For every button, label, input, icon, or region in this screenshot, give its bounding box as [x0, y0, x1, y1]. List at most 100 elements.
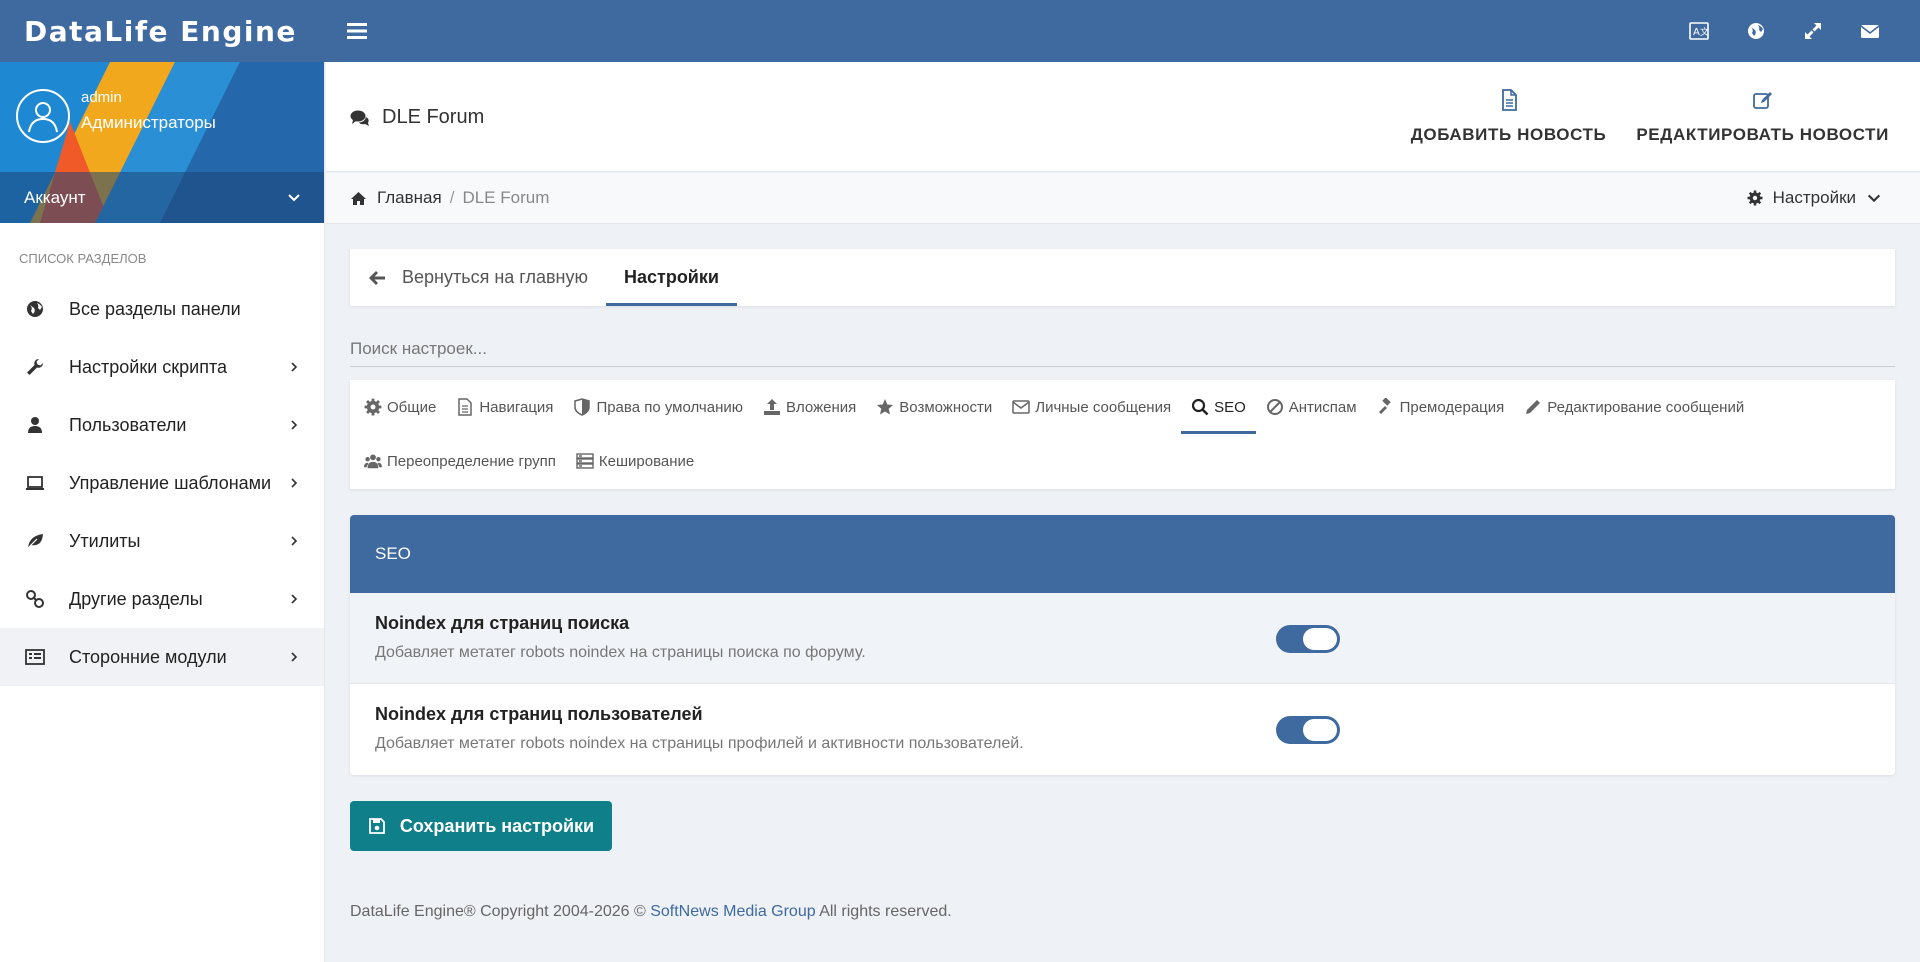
settings-search: [350, 333, 1895, 367]
sidebar-item-third-party-modules[interactable]: Сторонние модули: [0, 628, 324, 686]
category-caching[interactable]: Кеширование: [566, 434, 704, 488]
setting-title: Noindex для страниц поиска: [375, 613, 630, 633]
shield-icon: [574, 398, 591, 416]
language-button[interactable]: A文: [1670, 0, 1727, 62]
noindex-users-toggle[interactable]: [1276, 716, 1340, 744]
category-message-editing[interactable]: Редактирование сообщений: [1514, 380, 1754, 434]
section-title: СПИСОК РАЗДЕЛОВ: [19, 251, 147, 266]
footer-rights: All rights reserved.: [819, 903, 952, 920]
leaf-icon: [24, 530, 46, 552]
footer: DataLife Engine® Copyright 2004-2026 © S…: [350, 903, 952, 921]
category-antispam[interactable]: Антиспам: [1256, 380, 1367, 434]
breadcrumb-home[interactable]: Главная: [350, 188, 442, 208]
gear-icon: [1747, 190, 1763, 206]
chevron-right-icon: [291, 362, 298, 372]
save-settings-button[interactable]: Сохранить настройки: [350, 801, 612, 851]
category-attachments[interactable]: Вложения: [753, 380, 866, 434]
page-title-text: DLE Forum: [382, 106, 485, 128]
sidebar-item-templates[interactable]: Управление шаблонами: [0, 454, 324, 512]
brand-logo[interactable]: DataLife Engine: [0, 15, 325, 48]
document-icon: [458, 398, 473, 416]
edit-news-label: РЕДАКТИРОВАТЬ НОВОСТИ: [1636, 125, 1889, 144]
sidebar-item-users[interactable]: Пользователи: [0, 396, 324, 454]
tab-back-home[interactable]: Вернуться на главную: [350, 249, 606, 306]
edit-news-button[interactable]: РЕДАКТИРОВАТЬ НОВОСТИ: [1621, 62, 1904, 172]
upload-icon: [764, 399, 780, 415]
category-label: Навигация: [479, 398, 554, 416]
top-icons: A文: [1670, 0, 1920, 62]
add-news-button[interactable]: ДОБАВИТЬ НОВОСТЬ: [1396, 62, 1622, 172]
categories-row: Общие Навигация Права по умолчанию Вложе…: [354, 380, 1891, 434]
edit-icon: [1752, 92, 1772, 109]
chevron-down-icon: [288, 193, 300, 201]
fullscreen-button[interactable]: [1784, 0, 1841, 62]
sidebar-item-label: Другие разделы: [69, 588, 203, 609]
users-icon: [364, 454, 382, 469]
sidebar-item-script-settings[interactable]: Настройки скрипта: [0, 338, 324, 396]
envelope-icon: [1012, 400, 1030, 414]
category-label: Премодерация: [1399, 398, 1505, 416]
chevron-right-icon: [291, 652, 298, 662]
seo-panel-title: SEO: [350, 515, 1895, 593]
account-dropdown[interactable]: Аккаунт: [0, 172, 324, 223]
category-features[interactable]: Возможности: [866, 380, 1002, 434]
user-group: Администраторы: [81, 113, 216, 132]
avatar[interactable]: [16, 89, 70, 143]
setting-description: Добавляет метатег robots noindex на стра…: [375, 644, 866, 661]
user-avatar-icon: [28, 102, 58, 133]
sidebar-item-label: Настройки скрипта: [69, 356, 228, 377]
comments-icon: [350, 110, 369, 126]
menu-toggle-button[interactable]: [337, 11, 377, 51]
setting-row: Noindex для страниц пользователей Добавл…: [350, 684, 1895, 775]
sidebar-item-label: Сторонние модули: [69, 646, 227, 667]
settings-dropdown[interactable]: Настройки: [1747, 188, 1882, 208]
noindex-search-toggle[interactable]: [1276, 625, 1340, 653]
settings-categories: Общие Навигация Права по умолчанию Вложе…: [350, 380, 1895, 489]
header-actions: ДОБАВИТЬ НОВОСТЬ РЕДАКТИРОВАТЬ НОВОСТИ: [1396, 62, 1904, 172]
sidebar-item-all-sections[interactable]: Все разделы панели: [0, 280, 324, 338]
category-general[interactable]: Общие: [354, 380, 446, 434]
breadcrumb-home-label: Главная: [377, 188, 442, 207]
chevron-right-icon: [291, 420, 298, 430]
category-label: Кеширование: [598, 452, 695, 470]
setting-title: Noindex для страниц пользователей: [375, 704, 703, 724]
category-label: SEO: [1214, 398, 1246, 416]
arrow-left-icon: [369, 270, 385, 285]
globe-icon: [24, 298, 46, 320]
sidebar-item-utilities[interactable]: Утилиты: [0, 512, 324, 570]
category-label: Права по умолчанию: [596, 398, 743, 416]
category-label: Возможности: [899, 398, 993, 416]
user-panel: admin Администраторы Аккаунт: [0, 62, 324, 223]
footer-company-link[interactable]: SoftNews Media Group: [650, 903, 815, 920]
sidebar-item-label: Пользователи: [69, 414, 187, 435]
list-icon: [24, 646, 46, 668]
messages-button[interactable]: [1841, 0, 1898, 62]
tab-settings-label: Настройки: [623, 267, 719, 287]
category-label: Общие: [387, 398, 437, 416]
search-input[interactable]: [350, 333, 1895, 365]
categories-row: Переопределение групп Кеширование: [354, 434, 1891, 488]
category-group-overrides[interactable]: Переопределение групп: [354, 434, 566, 488]
sidebar-item-other-sections[interactable]: Другие разделы: [0, 570, 324, 628]
hamburger-icon: [347, 23, 367, 39]
ban-icon: [1266, 399, 1283, 415]
sidebar-item-label: Управление шаблонами: [69, 472, 272, 493]
breadcrumb-current: DLE Forum: [462, 188, 550, 207]
user-name: admin: [81, 89, 122, 106]
category-premoderation[interactable]: Премодерация: [1367, 380, 1515, 434]
top-bar: DataLife Engine A文: [0, 0, 1920, 62]
link-icon: [24, 588, 46, 610]
tab-settings[interactable]: Настройки: [605, 249, 737, 306]
category-seo[interactable]: SEO: [1181, 380, 1256, 434]
site-button[interactable]: [1727, 0, 1784, 62]
category-default-permissions[interactable]: Права по умолчанию: [563, 380, 753, 434]
category-navigation[interactable]: Навигация: [446, 380, 563, 434]
laptop-icon: [24, 472, 46, 494]
category-private-messages[interactable]: Личные сообщения: [1002, 380, 1181, 434]
user-icon: [24, 414, 46, 436]
account-label: Аккаунт: [24, 187, 86, 207]
toggle-knob: [1303, 628, 1337, 650]
pencil-icon: [1526, 400, 1541, 414]
setting-description: Добавляет метатег robots noindex на стра…: [375, 735, 1024, 752]
home-icon: [351, 191, 366, 205]
